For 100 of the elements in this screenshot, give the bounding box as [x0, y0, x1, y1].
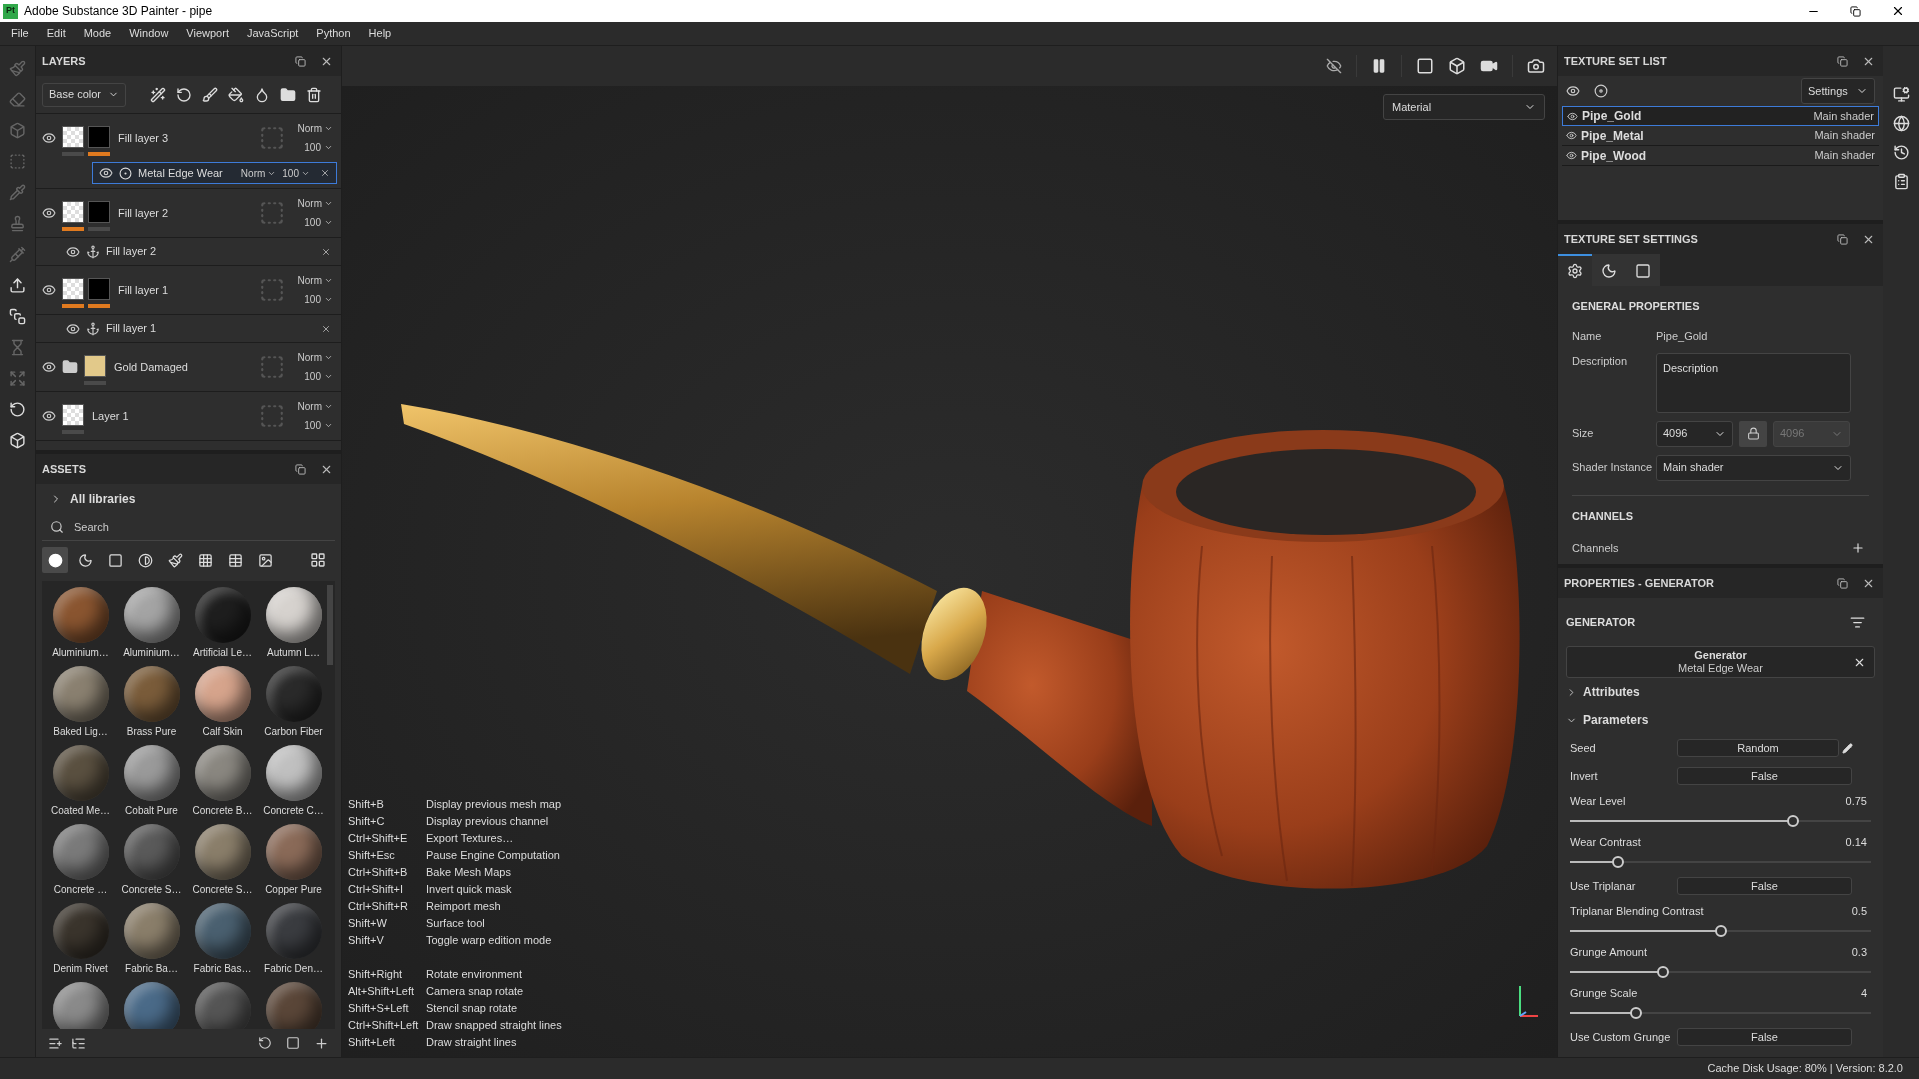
menu-item[interactable]: File	[2, 25, 38, 42]
close-icon[interactable]	[1891, 4, 1905, 18]
slider[interactable]	[1570, 813, 1871, 828]
slider[interactable]	[1570, 964, 1871, 979]
slider-thumb[interactable]	[1630, 1006, 1643, 1019]
display-settings-icon[interactable]	[1892, 86, 1910, 103]
menu-item[interactable]: Help	[359, 25, 401, 42]
mesh-icon[interactable]	[9, 432, 26, 449]
settings-dropdown[interactable]: Settings	[1801, 78, 1875, 104]
settings-tab[interactable]	[1626, 254, 1660, 286]
restore-icon[interactable]	[1850, 5, 1861, 17]
group-header[interactable]: Parameters	[1558, 706, 1883, 734]
cube-icon[interactable]	[1448, 57, 1466, 75]
slider[interactable]	[1570, 1005, 1871, 1020]
isolate-icon[interactable]	[1594, 84, 1608, 98]
blend-mode-dropdown[interactable]: Norm	[297, 350, 333, 365]
opacity-dropdown[interactable]: 100	[304, 418, 333, 433]
remove-icon[interactable]	[321, 246, 331, 257]
add-icon[interactable]	[1851, 541, 1865, 556]
hide-icon[interactable]	[1326, 58, 1342, 74]
slider-thumb[interactable]	[1786, 814, 1799, 827]
list-icon[interactable]	[48, 1035, 63, 1051]
blend-mode-dropdown[interactable]: Norm	[297, 196, 333, 211]
layer-row[interactable]: Fill layer 2 Norm 100	[36, 189, 341, 237]
undock-icon[interactable]	[1837, 577, 1848, 589]
globe-settings-icon[interactable]	[1892, 115, 1910, 132]
layer-row[interactable]: Gold Damaged Norm 100	[36, 343, 341, 391]
blend-mode-dropdown[interactable]: Norm	[297, 273, 333, 288]
window-icon[interactable]	[286, 1036, 300, 1050]
sync-icon[interactable]	[9, 401, 26, 418]
clone-tool-icon[interactable]	[9, 215, 26, 232]
refresh-icon[interactable]	[258, 1036, 272, 1050]
brush-tool-icon[interactable]	[9, 60, 26, 77]
visibility-eye-icon[interactable]	[66, 244, 80, 259]
description-field[interactable]: Description	[1656, 352, 1851, 413]
slider-thumb[interactable]	[1657, 965, 1670, 978]
search-icon[interactable]	[50, 520, 64, 534]
delete-icon[interactable]	[306, 86, 322, 103]
screenshot-icon[interactable]	[1527, 57, 1545, 75]
opacity-dropdown[interactable]: 100	[304, 140, 333, 155]
view-mode-icon[interactable]	[1416, 57, 1434, 75]
toggle-button[interactable]: False	[1677, 1028, 1852, 1046]
menu-item[interactable]: Edit	[37, 25, 75, 42]
channel-dropdown[interactable]: Base color	[42, 82, 126, 107]
opacity-dropdown[interactable]: 100	[304, 292, 333, 307]
menu-item[interactable]: JavaScript	[237, 25, 308, 42]
layer-row[interactable]: Layer 1 Norm 100	[36, 392, 341, 440]
visibility-toggle-icon[interactable]	[1566, 84, 1580, 98]
visibility-eye-icon[interactable]	[42, 409, 56, 423]
random-seed-button[interactable]: Random	[1677, 739, 1839, 757]
opacity-dropdown[interactable]: 100	[282, 165, 310, 181]
material-mode-dropdown[interactable]: Material	[1383, 94, 1545, 120]
menu-item[interactable]: Mode	[74, 25, 121, 42]
blend-mode-dropdown[interactable]: Norm	[240, 165, 277, 181]
toggle-button[interactable]: False	[1677, 767, 1852, 785]
anchor-row[interactable]: Fill layer 1	[36, 314, 341, 342]
slider-thumb[interactable]	[1612, 855, 1625, 868]
settings-tab[interactable]	[1558, 254, 1592, 286]
expand-icon[interactable]	[9, 370, 26, 387]
visibility-eye-icon[interactable]	[1566, 150, 1577, 161]
visibility-eye-icon[interactable]	[42, 206, 56, 220]
pause-icon[interactable]	[1371, 58, 1387, 74]
add-icon[interactable]	[314, 1035, 329, 1051]
blend-mode-dropdown[interactable]: Norm	[297, 399, 333, 414]
edit-icon[interactable]	[1842, 742, 1853, 754]
undock-icon[interactable]	[1837, 55, 1848, 67]
list-folder-icon[interactable]	[71, 1035, 86, 1051]
settings-tab[interactable]	[1592, 254, 1626, 286]
library-name[interactable]: All libraries	[70, 490, 136, 508]
toggle-button[interactable]: False	[1677, 877, 1852, 895]
scrollbar[interactable]	[327, 585, 333, 665]
opacity-dropdown[interactable]: 100	[304, 369, 333, 384]
undock-icon[interactable]	[1837, 233, 1848, 245]
search-field[interactable]: Search	[74, 517, 274, 537]
anchor-row[interactable]: Fill layer 2	[36, 237, 341, 265]
visibility-eye-icon[interactable]	[42, 283, 56, 297]
projection-tool-icon[interactable]	[9, 122, 26, 139]
history-icon[interactable]	[1892, 144, 1910, 161]
visibility-eye-icon[interactable]	[42, 131, 56, 145]
size-dropdown[interactable]: 4096	[1656, 420, 1733, 447]
clipboard-list-icon[interactable]	[1892, 173, 1910, 190]
magic-wand-icon[interactable]	[150, 86, 166, 103]
visibility-eye-icon[interactable]	[1566, 130, 1577, 141]
asset-filter-tab[interactable]	[42, 547, 68, 573]
remove-icon[interactable]	[320, 168, 330, 178]
remove-icon[interactable]	[321, 323, 331, 334]
slider-thumb[interactable]	[1714, 924, 1727, 937]
paint-bucket-icon[interactable]	[228, 86, 244, 103]
menu-icon[interactable]	[1850, 614, 1865, 630]
visibility-eye-icon[interactable]	[42, 360, 56, 374]
slider[interactable]	[1570, 854, 1871, 869]
layer-row[interactable]: Fill layer 3 Norm 100	[36, 114, 341, 162]
menu-item[interactable]: Window	[120, 25, 178, 42]
group-header[interactable]: Attributes	[1558, 678, 1883, 706]
hourglass-icon[interactable]	[9, 339, 26, 356]
undock-icon[interactable]	[295, 55, 306, 67]
effect-row[interactable]: Metal Edge Wear Norm 100	[92, 162, 337, 184]
blend-mode-dropdown[interactable]: Norm	[297, 121, 333, 136]
folder-icon[interactable]	[280, 86, 296, 103]
layer-row[interactable]: Fill layer 1 Norm 100	[36, 266, 341, 314]
